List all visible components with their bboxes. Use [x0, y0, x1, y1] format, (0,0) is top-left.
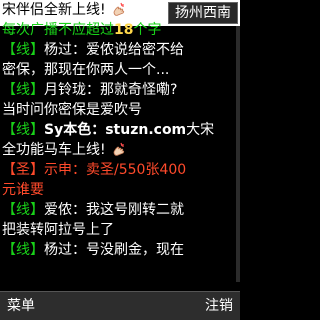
chat-text: 全功能马车上线! [2, 142, 106, 158]
channel-tag: 【线】 [2, 122, 44, 138]
chat-text: 杨过：爱侬说给密不给 [44, 42, 184, 58]
chat-line: 宋伴侣全新上线! [2, 0, 238, 20]
chat-line: 【线】月铃珑：那就奇怪嘞? [2, 80, 238, 100]
chat-text: 示申：卖圣/550张400 [44, 162, 187, 178]
chat-line: 【线】Sy本色：stuzn.com大宋 [2, 120, 238, 140]
chat-line: 【线】杨过：号没刷金，现在 [2, 240, 238, 260]
chat-line: 把装转阿拉号上了 [2, 220, 238, 240]
channel-tag: 【线】 [2, 42, 44, 58]
chat-text: 把装转阿拉号上了 [2, 222, 114, 238]
chat-line: 当时问你密保是爱吹号 [2, 100, 238, 120]
scrollbar-thumb[interactable] [236, 26, 240, 282]
chat-text: 月铃珑：那就奇怪嘞? [44, 82, 178, 98]
chat-line: 【圣】示申：卖圣/550张400 [2, 160, 238, 180]
hand-icon [112, 142, 126, 156]
chat-log[interactable]: 宋伴侣全新上线! 每次广播不应超过18个字 【线】杨过：爱侬说给密不给 密保，那… [0, 0, 238, 292]
chat-text: Sy本色： [44, 122, 106, 138]
chat-text: 大宋 [186, 122, 215, 138]
logout-softkey[interactable]: 注销 [205, 296, 233, 316]
chat-text: 杨过：号没刷金，现在 [44, 242, 184, 258]
menu-softkey[interactable]: 菜单 [7, 296, 35, 316]
chat-text: 个字 [133, 22, 162, 38]
chat-line: 密保，那现在你两人一个... [2, 60, 238, 80]
channel-tag: 【线】 [2, 202, 44, 218]
chat-text: 18 [114, 22, 134, 38]
chat-text: 元谁要 [2, 182, 44, 198]
softkey-bar: 菜单 注销 [0, 291, 240, 320]
channel-tag: 【线】 [2, 242, 44, 258]
chat-text: 宋伴侣全新上线! [2, 2, 106, 18]
chat-line: 每次广播不应超过18个字 [2, 20, 238, 40]
chat-line: 元谁要 [2, 180, 238, 200]
hand-icon [112, 2, 126, 16]
chat-line: 全功能马车上线! [2, 140, 238, 160]
chat-text: 密保，那现在你两人一个... [2, 62, 170, 78]
channel-tag: 【线】 [2, 82, 44, 98]
chat-url[interactable]: stuzn.com [105, 122, 186, 138]
chat-text: 爱侬：我这号刚转二就 [44, 202, 184, 218]
chat-line: 【线】杨过：爱侬说给密不给 [2, 40, 238, 60]
channel-tag: 【圣】 [2, 162, 44, 178]
chat-line: 【线】爱侬：我这号刚转二就 [2, 200, 238, 220]
chat-text: 当时问你密保是爱吹号 [2, 102, 142, 118]
chat-text: 每次广播不应超过 [2, 22, 114, 38]
